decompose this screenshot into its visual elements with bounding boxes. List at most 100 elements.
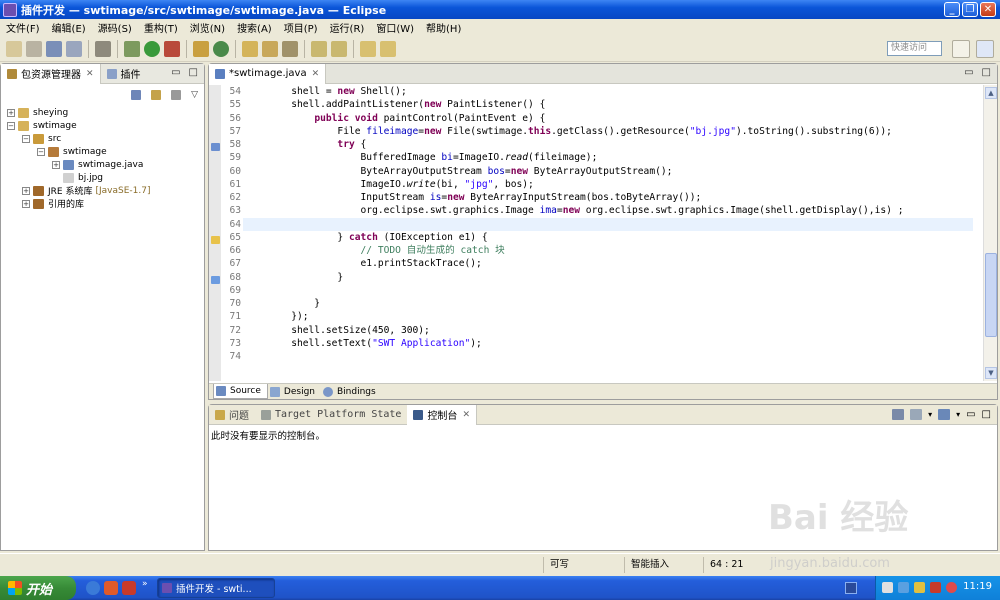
view-menu-icon[interactable]: ▽: [191, 90, 198, 100]
open-perspective-icon[interactable]: [952, 40, 970, 58]
tab-design[interactable]: Design: [268, 384, 321, 399]
code-line[interactable]: });: [243, 310, 973, 323]
forward-icon[interactable]: [380, 40, 396, 57]
code-line[interactable]: try {: [243, 138, 973, 151]
code-line[interactable]: shell.addPaintListener(new PaintListener…: [243, 98, 973, 111]
expand-icon[interactable]: +: [52, 160, 60, 169]
code-line[interactable]: }: [243, 271, 973, 284]
expand-icon[interactable]: +: [7, 108, 15, 117]
new-icon[interactable]: [6, 40, 22, 57]
code-line[interactable]: InputStream is=new ByteArrayInputStream(…: [243, 191, 973, 204]
new-class-icon[interactable]: [213, 40, 229, 57]
code-line[interactable]: } catch (IOException e1) {: [243, 231, 973, 244]
clock[interactable]: 11:19: [963, 581, 992, 592]
menu-project[interactable]: 项目(P): [278, 20, 324, 35]
chevron-down-icon[interactable]: ▾: [928, 410, 932, 419]
tab-console[interactable]: 控制台 ✕: [407, 404, 477, 425]
external-tools-icon[interactable]: [164, 40, 180, 57]
maximize-view-icon[interactable]: □: [189, 67, 198, 78]
tab-target-platform-state[interactable]: Target Platform State: [255, 405, 407, 425]
collapse-all-icon[interactable]: [131, 90, 142, 100]
expand-icon[interactable]: +: [22, 186, 30, 195]
code-line[interactable]: BufferedImage bi=ImageIO.read(fileimage)…: [243, 151, 973, 164]
code-line[interactable]: public void paintControl(PaintEvent e) {: [243, 112, 973, 125]
code-line[interactable]: org.eclipse.swt.graphics.Image ima=new o…: [243, 204, 973, 217]
close-tab-icon[interactable]: ✕: [312, 69, 320, 79]
tree-item[interactable]: − src: [7, 132, 204, 145]
back-icon[interactable]: [360, 40, 376, 57]
code-line[interactable]: e1.printStackTrace();: [243, 257, 973, 270]
pin-console-icon[interactable]: [892, 409, 905, 420]
vertical-scrollbar[interactable]: ▲ ▼: [983, 85, 997, 381]
volume-icon[interactable]: [914, 582, 925, 593]
tree-item[interactable]: + JRE 系统库 [JavaSE-1.7]: [7, 184, 204, 197]
code-line[interactable]: shell.setText("SWT Application");: [243, 337, 973, 350]
tab-swtimage-java[interactable]: *swtimage.java ✕: [209, 63, 327, 84]
minimize-view-icon[interactable]: ▭: [966, 409, 975, 420]
code-line[interactable]: [243, 217, 973, 231]
menu-navigate[interactable]: 浏览(N): [184, 20, 231, 35]
minimize-editor-icon[interactable]: ▭: [964, 67, 973, 78]
tray-arrow-icon[interactable]: [882, 582, 893, 593]
code-area[interactable]: 54 55 56 57 58 59 60 61 62 63 64 65 66 67 68 69 70 71 72 73…: [209, 85, 997, 381]
tree-item[interactable]: − swtimage: [7, 145, 204, 158]
tree-item[interactable]: + 引用的库: [7, 197, 204, 210]
network-icon[interactable]: [898, 582, 909, 593]
input-method-icon[interactable]: [845, 582, 857, 594]
save-all-icon[interactable]: [66, 40, 82, 57]
scroll-thumb[interactable]: [985, 253, 997, 337]
collapse-icon[interactable]: −: [7, 121, 15, 130]
scroll-up-icon[interactable]: ▲: [985, 87, 997, 99]
open-type-icon[interactable]: [242, 40, 258, 57]
minimize-view-icon[interactable]: ▭: [171, 67, 180, 78]
restore-button[interactable]: ❐: [962, 2, 978, 17]
code-line[interactable]: // TODO 自动生成的 catch 块: [243, 244, 973, 257]
collapse-icon[interactable]: −: [37, 147, 45, 156]
minimize-button[interactable]: _: [944, 2, 960, 17]
close-button[interactable]: ✕: [980, 2, 996, 17]
tree-item[interactable]: − swtimage: [7, 119, 204, 132]
code-line[interactable]: ImageIO.write(bi, "jpg", bos);: [243, 178, 973, 191]
start-button[interactable]: 开始: [0, 576, 76, 600]
tray-security-icon[interactable]: [946, 582, 957, 593]
chevron-down-icon[interactable]: ▾: [956, 410, 960, 419]
quicklaunch-app2-icon[interactable]: [122, 581, 136, 595]
display-console-icon[interactable]: [910, 409, 923, 420]
menu-edit[interactable]: 编辑(E): [46, 20, 92, 35]
menu-window[interactable]: 窗口(W): [370, 20, 420, 35]
code-line[interactable]: shell.setSize(450, 300);: [243, 324, 973, 337]
close-tab-icon[interactable]: ✕: [462, 410, 470, 420]
menu-run[interactable]: 运行(R): [324, 20, 371, 35]
tab-plugins[interactable]: 插件: [101, 64, 147, 84]
debug-icon[interactable]: [124, 40, 140, 57]
tray-app-icon[interactable]: [930, 582, 941, 593]
tab-source[interactable]: Source: [213, 384, 268, 399]
code-line[interactable]: File fileimage=new File(swtimage.this.ge…: [243, 125, 973, 138]
code-line[interactable]: [243, 284, 973, 297]
ie-icon[interactable]: [86, 581, 100, 595]
scroll-down-icon[interactable]: ▼: [985, 367, 997, 379]
collapse-icon[interactable]: −: [22, 134, 30, 143]
quick-access-input[interactable]: 快速访问: [887, 41, 942, 56]
maximize-view-icon[interactable]: □: [982, 409, 991, 420]
link-editor-icon[interactable]: [151, 90, 162, 100]
tab-package-explorer[interactable]: 包资源管理器 ✕: [1, 63, 101, 84]
prev-annotation-icon[interactable]: [331, 40, 347, 57]
save-icon[interactable]: [46, 40, 62, 57]
expand-icon[interactable]: +: [22, 199, 30, 208]
source-code[interactable]: shell = new Shell(); shell.addPaintListe…: [243, 85, 973, 363]
menu-source[interactable]: 源码(S): [92, 20, 138, 35]
next-annotation-icon[interactable]: [311, 40, 327, 57]
code-line[interactable]: ByteArrayOutputStream bos=new ByteArrayO…: [243, 165, 973, 178]
code-line[interactable]: [243, 350, 973, 363]
tree-item[interactable]: + sheying: [7, 106, 204, 119]
menu-refactor[interactable]: 重构(T): [138, 20, 184, 35]
quicklaunch-app-icon[interactable]: [104, 581, 118, 595]
menu-file[interactable]: 文件(F): [0, 20, 46, 35]
tab-bindings[interactable]: Bindings: [321, 384, 382, 399]
focus-icon[interactable]: [171, 90, 182, 100]
tree-item[interactable]: + swtimage.java: [7, 158, 204, 171]
tree-item[interactable]: bj.jpg: [7, 171, 204, 184]
title-bar[interactable]: 插件开发 — swtimage/src/swtimage/swtimage.ja…: [0, 0, 1000, 19]
toggle-mark-icon[interactable]: [95, 40, 111, 57]
